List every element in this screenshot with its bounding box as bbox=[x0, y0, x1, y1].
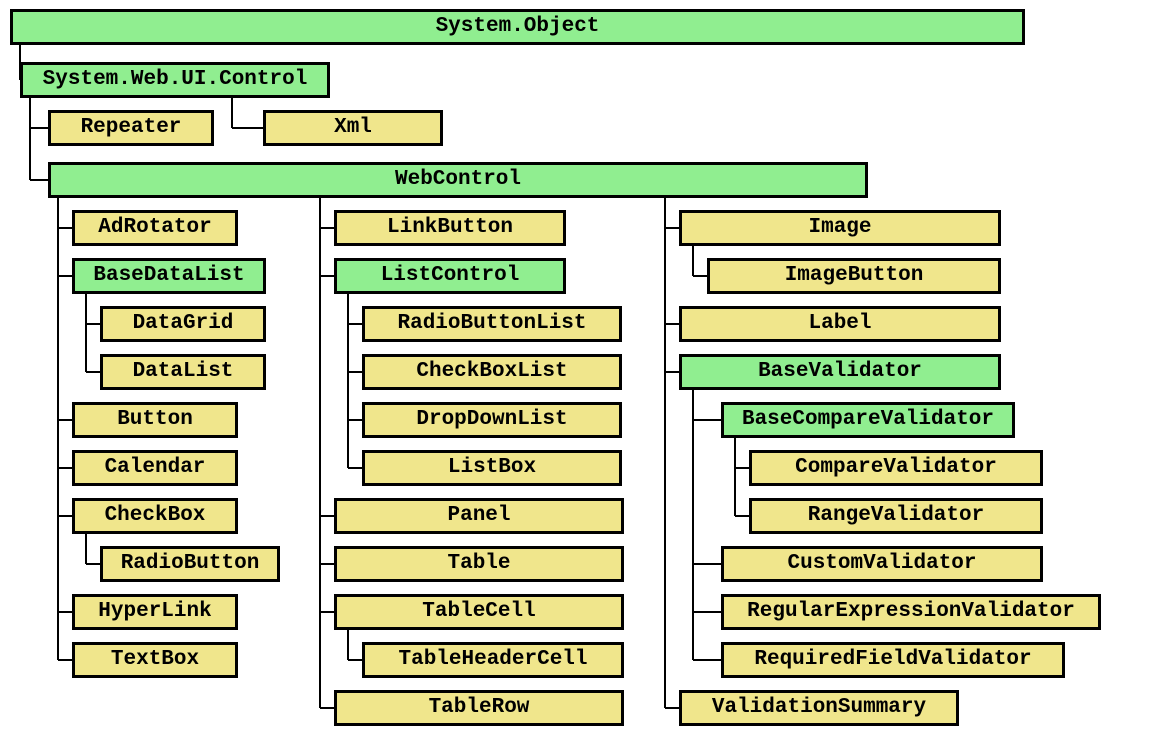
node-label: Label bbox=[679, 306, 1001, 342]
node-xml: Xml bbox=[263, 110, 443, 146]
node-listbox: ListBox bbox=[362, 450, 622, 486]
node-image: Image bbox=[679, 210, 1001, 246]
node-repeater: Repeater bbox=[48, 110, 214, 146]
node-basedatalist: BaseDataList bbox=[72, 258, 266, 294]
node-tablerow: TableRow bbox=[334, 690, 624, 726]
node-system-object: System.Object bbox=[10, 9, 1025, 45]
node-linkbutton: LinkButton bbox=[334, 210, 566, 246]
node-hyperlink: HyperLink bbox=[72, 594, 238, 630]
node-basecomparevalidator: BaseCompareValidator bbox=[721, 402, 1015, 438]
node-customvalidator: CustomValidator bbox=[721, 546, 1043, 582]
node-datagrid: DataGrid bbox=[100, 306, 266, 342]
node-panel: Panel bbox=[334, 498, 624, 534]
node-comparevalidator: CompareValidator bbox=[749, 450, 1043, 486]
node-validationsummary: ValidationSummary bbox=[679, 690, 959, 726]
node-regexvalidator: RegularExpressionValidator bbox=[721, 594, 1101, 630]
node-checkbox: CheckBox bbox=[72, 498, 238, 534]
node-dropdownlist: DropDownList bbox=[362, 402, 622, 438]
node-radiobuttonlist: RadioButtonList bbox=[362, 306, 622, 342]
node-requiredfieldvalidator: RequiredFieldValidator bbox=[721, 642, 1065, 678]
class-hierarchy-diagram: System.Object System.Web.UI.Control Repe… bbox=[0, 0, 1176, 751]
node-checkboxlist: CheckBoxList bbox=[362, 354, 622, 390]
node-adrotator: AdRotator bbox=[72, 210, 238, 246]
node-webcontrol: WebControl bbox=[48, 162, 868, 198]
node-basevalidator: BaseValidator bbox=[679, 354, 1001, 390]
node-system-web-ui-control: System.Web.UI.Control bbox=[20, 62, 330, 98]
node-radiobutton: RadioButton bbox=[100, 546, 280, 582]
node-button: Button bbox=[72, 402, 238, 438]
node-datalist: DataList bbox=[100, 354, 266, 390]
node-tablecell: TableCell bbox=[334, 594, 624, 630]
node-rangevalidator: RangeValidator bbox=[749, 498, 1043, 534]
node-listcontrol: ListControl bbox=[334, 258, 566, 294]
node-imagebutton: ImageButton bbox=[707, 258, 1001, 294]
node-calendar: Calendar bbox=[72, 450, 238, 486]
node-textbox: TextBox bbox=[72, 642, 238, 678]
node-tableheadercell: TableHeaderCell bbox=[362, 642, 624, 678]
node-table: Table bbox=[334, 546, 624, 582]
